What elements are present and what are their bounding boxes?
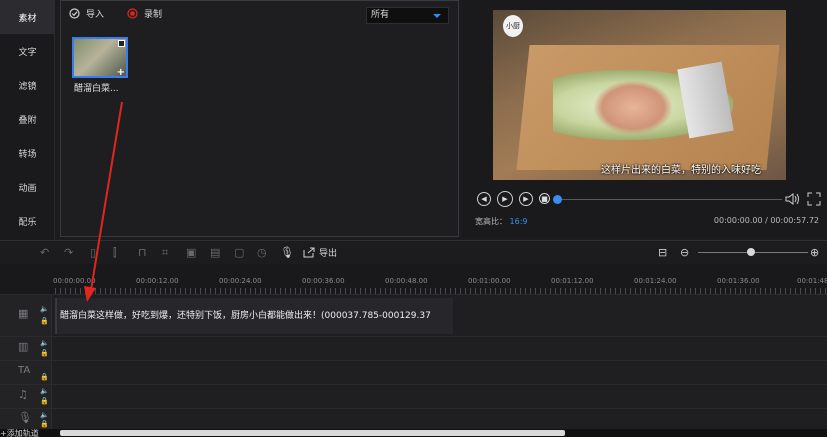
undo-icon[interactable]: ↶ [40,246,49,259]
music-track-header: ♫ 🔈 🔒 [0,385,52,408]
media-filter-select[interactable]: 所有 [366,7,449,24]
volume-icon[interactable]: 🔈 [40,305,49,313]
lock-icon[interactable]: 🔒 [40,349,49,357]
nav-item-transition[interactable]: 转场 [0,136,55,170]
mic-icon: 🎙 [18,411,32,424]
timeline-clip[interactable]: 醋溜白菜这样做，好吃到爆，还特别下饭，厨房小白都能做出来！(000037.785… [55,298,453,334]
speed-icon[interactable]: ◷ [257,246,267,259]
volume-icon[interactable] [785,192,801,206]
nav-item-text[interactable]: 文字 [0,34,55,68]
volume-icon[interactable]: 🔈 [40,387,49,395]
ruler-tick: 00:01:00.00 [468,277,511,285]
record-icon [127,8,138,19]
pip-track-header: ▥ 🔈 🔒 [0,337,52,360]
video-track-header: ▦ 🔈 🔒 [0,295,52,336]
text-icon: TA [18,365,31,376]
voice-track-header: 🎙 🔈 🔒 [0,409,52,429]
zoom-slider-handle[interactable] [747,248,755,256]
video-editor-window: 素材 文字 滤镜 叠附 转场 动画 配乐 导入 录制 所有 + 醋溜白菜... … [0,0,827,437]
lock-icon[interactable]: 🔒 [40,317,49,325]
add-track-button[interactable]: +添加轨道 [0,428,39,437]
mic-icon[interactable]: 🎙 [280,246,294,259]
ruler-tick: 00:00:00.00 [53,277,96,285]
select-checkbox[interactable] [118,40,125,47]
next-frame-button[interactable]: ▶ [519,192,533,206]
export-icon [303,247,315,258]
ruler-tick: 00:00:36.00 [302,277,345,285]
freeze-icon[interactable]: ▤ [210,246,220,259]
ruler-tick: 00:01:36.00 [717,277,760,285]
zoom-out-icon[interactable]: ⊖ [680,246,689,259]
fit-icon[interactable]: ⊟ [658,246,667,259]
prev-frame-button[interactable]: ◀ [477,192,491,206]
text-track[interactable]: TA 🔒 [0,360,827,384]
chevron-down-icon [433,14,441,18]
seek-bar[interactable] [557,199,782,200]
music-note-icon: ♫ [18,388,28,401]
volume-icon[interactable]: 🔈 [40,411,49,419]
lock-icon[interactable]: 🔒 [40,397,49,405]
seek-handle[interactable] [553,195,562,204]
voice-track[interactable]: 🎙 🔈 🔒 [0,408,827,429]
nav-item-filter[interactable]: 滤镜 [0,68,55,102]
aspect-label: 宽高比： [475,217,507,226]
lock-icon[interactable]: ⊓ [138,246,147,259]
stop-button[interactable]: ■ [539,193,550,204]
video-preview[interactable]: 小厨 这样片出来的白菜，特别的入味好吃 [493,10,786,180]
import-label: 导入 [86,10,105,20]
redo-icon[interactable]: ↷ [64,246,73,259]
nav-item-media[interactable]: 素材 [0,0,55,34]
ruler-tick: 00:00:24.00 [219,277,262,285]
overlay-icon: ▥ [18,340,29,353]
ruler-tick: 00:01:24.00 [634,277,677,285]
add-icon[interactable]: + [117,67,125,76]
playback-controls: ◀ ▶ ▶ ■ [477,191,822,208]
split-icon[interactable]: ⫿ [113,246,117,260]
aspect-value: 16:9 [509,217,528,226]
left-nav: 素材 文字 滤镜 叠附 转场 动画 配乐 [0,0,55,240]
media-clip-label: 醋溜白菜... [74,84,119,94]
delete-icon[interactable]: ▯ [90,246,96,259]
ruler-tick: 00:00:48.00 [385,277,428,285]
video-subtitle: 这样片出来的白菜，特别的入味好吃 [601,165,761,176]
music-track[interactable]: ♫ 🔈 🔒 [0,384,827,408]
film-icon: ▦ [18,307,29,320]
zoom-in-icon[interactable]: ⊕ [810,246,819,259]
video-frame [493,10,786,180]
volume-icon[interactable]: 🔈 [40,339,49,347]
media-toolbar: 导入 录制 所有 [61,1,458,29]
lock-icon[interactable]: 🔒 [40,373,49,381]
nav-item-overlay[interactable]: 叠附 [0,102,55,136]
export-button[interactable]: 导出 [303,246,337,259]
record-label: 录制 [144,10,163,20]
aspect-ratio[interactable]: 宽高比： 16:9 [475,216,528,227]
text-track-header: TA 🔒 [0,361,52,384]
scrollbar-thumb[interactable] [60,430,565,436]
crop-icon[interactable]: ⌗ [162,246,168,260]
play-button[interactable]: ▶ [497,191,513,207]
import-button[interactable]: 导入 [69,7,104,20]
nav-item-animation[interactable]: 动画 [0,170,55,204]
ruler-tick: 00:00:12.00 [136,277,179,285]
record-button[interactable]: 录制 [127,7,162,20]
fullscreen-icon[interactable] [807,192,821,206]
lock-icon[interactable]: 🔒 [40,420,49,428]
import-icon [69,8,80,19]
screenshot-icon[interactable]: ▢ [234,246,244,259]
time-readout: 00:00:00.00 / 00:00:57.72 [713,216,819,225]
hand [593,80,673,135]
media-clip-thumbnail[interactable]: + [72,37,128,78]
channel-logo: 小厨 [503,15,523,37]
ruler-tick: 00:01:48.00 [797,277,827,285]
ruler-tick: 00:01:12.00 [551,277,594,285]
preview-panel: 小厨 这样片出来的白菜，特别的入味好吃 ◀ ▶ ▶ ■ 宽高比： 16:9 00… [463,0,827,237]
pip-track[interactable]: ▥ 🔈 🔒 [0,336,827,360]
timeline-scrollbar[interactable] [0,429,827,437]
media-library-panel: 导入 录制 所有 + 醋溜白菜... [60,0,459,237]
media-filter-value: 所有 [371,10,390,20]
mosaic-icon[interactable]: ▣ [186,246,196,259]
timeline-ruler[interactable]: 00:00:00.00 00:00:12.00 00:00:24.00 00:0… [0,264,827,294]
export-label: 导出 [319,249,338,259]
nav-item-music[interactable]: 配乐 [0,204,55,238]
